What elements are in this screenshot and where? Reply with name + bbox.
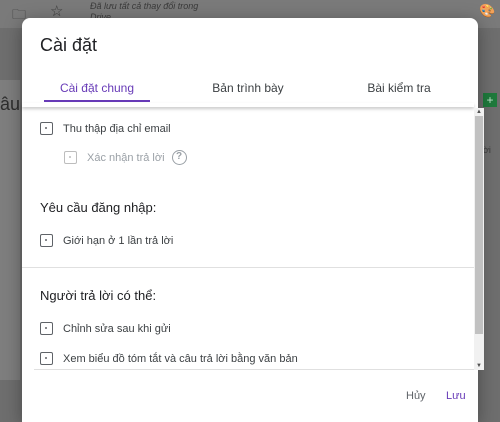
respondents-heading: Người trả lời có thể: xyxy=(40,288,157,303)
general-settings-panel: Thu thập địa chỉ email Xác nhận trả lời … xyxy=(22,108,474,370)
background-card xyxy=(0,80,20,380)
footer-divider xyxy=(34,369,474,370)
tab-bar-shadow xyxy=(22,103,474,107)
background-form-title: âu xyxy=(0,94,21,114)
cancel-button[interactable]: Hủy xyxy=(400,386,432,406)
help-icon[interactable]: ? xyxy=(171,150,187,165)
limit-one-response-option[interactable]: Giới hạn ở 1 lần trả lời xyxy=(40,234,173,247)
background-text-fragment: ời xyxy=(483,145,491,155)
response-receipt-label: Xác nhận trả lời xyxy=(87,151,165,164)
edit-after-submit-option[interactable]: Chỉnh sửa sau khi gửi xyxy=(40,322,171,335)
collect-email-checkbox[interactable] xyxy=(40,122,53,135)
dialog-title: Cài đặt xyxy=(40,35,98,55)
collect-email-option[interactable]: Thu thập địa chỉ email xyxy=(40,122,171,135)
add-icon: + xyxy=(483,93,497,107)
edit-after-submit-checkbox[interactable] xyxy=(40,322,53,335)
response-receipt-checkbox xyxy=(64,151,77,164)
save-button[interactable]: Lưu xyxy=(440,386,472,406)
scroll-up-arrow-icon[interactable]: ▲ xyxy=(474,108,484,116)
signin-heading: Yêu cầu đăng nhập: xyxy=(40,200,157,215)
response-receipt-option: Xác nhận trả lời ? xyxy=(64,150,187,165)
active-tab-indicator xyxy=(44,100,150,102)
limit-one-response-checkbox[interactable] xyxy=(40,234,53,247)
edit-after-submit-label: Chỉnh sửa sau khi gửi xyxy=(63,322,171,335)
scroll-down-arrow-icon[interactable]: ▼ xyxy=(474,362,484,370)
section-divider xyxy=(22,267,474,268)
see-summary-option[interactable]: Xem biểu đồ tóm tắt và câu trả lời bằng … xyxy=(40,352,298,365)
palette-icon: 🎨 xyxy=(479,3,496,18)
see-summary-label: Xem biểu đồ tóm tắt và câu trả lời bằng … xyxy=(63,352,298,365)
limit-one-response-label: Giới hạn ở 1 lần trả lời xyxy=(63,234,174,247)
see-summary-checkbox[interactable] xyxy=(40,352,53,365)
collect-email-label: Thu thập địa chỉ email xyxy=(63,122,171,135)
settings-dialog: Cài đặt Cài đặt chung Bản trình bày Bài … xyxy=(22,18,484,422)
scroll-thumb[interactable] xyxy=(475,116,483,334)
settings-scrollbar[interactable]: ▲ ▼ xyxy=(474,108,484,370)
